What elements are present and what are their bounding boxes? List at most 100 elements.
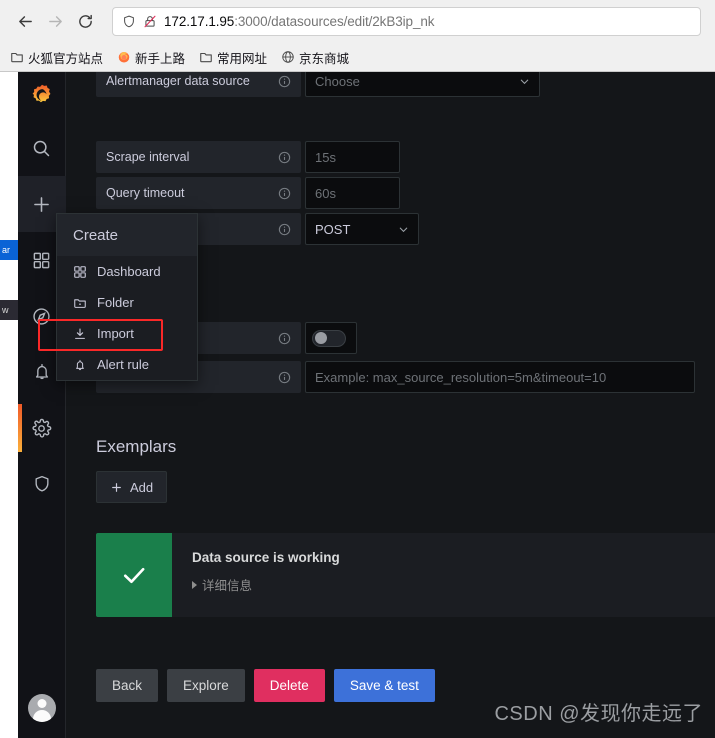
status-icon-container bbox=[96, 533, 172, 617]
info-icon[interactable] bbox=[278, 151, 291, 164]
input-custom-query-parameters[interactable]: Example: max_source_resolution=5m&timeou… bbox=[305, 361, 695, 393]
plus-icon bbox=[112, 482, 121, 492]
create-dropdown-menu: Create Dashboard Folder Import Alert rul… bbox=[56, 213, 198, 381]
browser-sidebar-item[interactable]: w bbox=[0, 300, 18, 320]
bookmarks-bar: 火狐官方站点 新手上路 常用网址 京东商城 bbox=[0, 43, 715, 71]
sidebar-item-configuration[interactable] bbox=[17, 400, 66, 456]
forward-button[interactable] bbox=[40, 7, 70, 37]
switch-knob bbox=[315, 332, 327, 344]
field-label-alertmanager: Alertmanager data source bbox=[96, 72, 301, 97]
info-icon[interactable] bbox=[278, 371, 291, 384]
info-icon[interactable] bbox=[278, 332, 291, 345]
shield-icon bbox=[35, 476, 48, 492]
insecure-connection-icon[interactable] bbox=[143, 14, 157, 29]
back-arrow-icon bbox=[18, 16, 32, 27]
sidebar-item-user-profile[interactable] bbox=[18, 678, 66, 738]
input-placeholder: Example: max_source_resolution=5m&timeou… bbox=[315, 369, 607, 385]
label-text: Alertmanager data source bbox=[106, 74, 250, 88]
bookmark-item[interactable]: 京东商城 bbox=[281, 48, 349, 67]
exemplars-title: Exemplars bbox=[96, 437, 177, 456]
bookmark-item[interactable]: 火狐官方站点 bbox=[10, 48, 103, 67]
tracking-protection-shield-icon[interactable] bbox=[122, 14, 136, 29]
bookmark-label: 新手上路 bbox=[135, 51, 186, 66]
forward-arrow-icon bbox=[48, 16, 62, 27]
user-avatar-icon bbox=[27, 694, 56, 722]
menu-item-alert-rule[interactable]: Alert rule bbox=[57, 349, 197, 380]
firefox-icon bbox=[118, 52, 130, 63]
add-exemplar-label: Add bbox=[130, 479, 154, 495]
folder-icon bbox=[11, 52, 23, 63]
bell-icon bbox=[76, 359, 84, 370]
url-text: 172.17.1.95:3000/datasources/edit/2kB3ip… bbox=[164, 14, 435, 29]
back-button[interactable]: Back bbox=[96, 669, 159, 702]
datasource-status-alert: Data source is working 详细信息 bbox=[96, 533, 715, 617]
dashboards-grid-icon bbox=[33, 252, 50, 268]
browser-chrome: 172.17.1.95:3000/datasources/edit/2kB3ip… bbox=[0, 0, 715, 72]
url-bar[interactable]: 172.17.1.95:3000/datasources/edit/2kB3ip… bbox=[112, 7, 701, 36]
info-icon[interactable] bbox=[278, 223, 291, 236]
menu-item-label: Dashboard bbox=[97, 264, 161, 279]
bookmark-item[interactable]: 常用网址 bbox=[199, 48, 267, 67]
screen-root: ar w Alertmanager data source Choose Scr… bbox=[0, 0, 715, 738]
plus-icon bbox=[34, 196, 49, 212]
save-and-test-button[interactable]: Save & test bbox=[333, 669, 435, 702]
select-alertmanager-data-source[interactable]: Choose bbox=[305, 72, 540, 97]
triangle-right-icon bbox=[192, 580, 197, 589]
label-text: Query timeout bbox=[106, 186, 185, 200]
menu-item-label: Folder bbox=[97, 295, 134, 310]
field-query-timeout: Query timeout 60s bbox=[96, 177, 715, 209]
select-http-method[interactable]: POST bbox=[305, 213, 419, 245]
add-exemplar-button[interactable]: Add bbox=[96, 471, 168, 503]
chevron-down-icon bbox=[399, 227, 408, 232]
bookmark-label: 常用网址 bbox=[217, 51, 268, 66]
bell-icon bbox=[35, 364, 48, 380]
datasource-settings-page: Alertmanager data source Choose Scrape i… bbox=[66, 72, 715, 738]
info-icon[interactable] bbox=[278, 75, 291, 88]
menu-item-label: Alert rule bbox=[97, 357, 150, 372]
search-icon bbox=[33, 140, 50, 156]
label-text: Scrape interval bbox=[106, 150, 190, 164]
sidebar-item-search[interactable] bbox=[18, 120, 66, 176]
input-query-timeout[interactable]: 60s bbox=[305, 177, 400, 209]
reload-icon bbox=[78, 14, 92, 28]
folder-icon bbox=[200, 52, 212, 63]
status-details-toggle[interactable]: 详细信息 bbox=[192, 575, 715, 594]
select-value: POST bbox=[315, 221, 351, 237]
input-scrape-interval[interactable]: 15s bbox=[305, 141, 400, 173]
gear-icon bbox=[32, 418, 52, 438]
check-mark-icon bbox=[123, 567, 145, 584]
explore-button[interactable]: Explore bbox=[167, 669, 245, 702]
input-value: 15s bbox=[315, 149, 336, 165]
chevron-down-icon bbox=[520, 79, 529, 84]
grafana-app: Alertmanager data source Choose Scrape i… bbox=[17, 72, 715, 738]
dashboard-icon bbox=[74, 265, 86, 278]
status-message: Data source is working bbox=[192, 550, 340, 565]
menu-item-dashboard[interactable]: Dashboard bbox=[57, 256, 197, 287]
info-icon[interactable] bbox=[278, 187, 291, 200]
delete-button[interactable]: Delete bbox=[253, 669, 325, 702]
globe-icon bbox=[282, 51, 294, 63]
grafana-logo-icon[interactable] bbox=[18, 72, 66, 120]
field-label-scrape-interval: Scrape interval bbox=[96, 141, 301, 173]
bookmark-item[interactable]: 新手上路 bbox=[117, 48, 185, 67]
back-button[interactable] bbox=[10, 7, 40, 37]
toggle-disable-metrics-lookup[interactable] bbox=[305, 322, 357, 354]
url-host: 172.17.1.95 bbox=[164, 14, 235, 29]
csdn-watermark: CSDN @发现你走远了 bbox=[494, 703, 703, 725]
sidebar-item-server-admin[interactable] bbox=[18, 456, 66, 512]
grafana-sidebar bbox=[17, 72, 66, 738]
import-download-icon bbox=[75, 327, 85, 339]
field-scrape-interval: Scrape interval 15s bbox=[96, 141, 715, 173]
browser-sidebar-item-selected[interactable]: ar bbox=[0, 240, 18, 260]
folder-icon bbox=[74, 298, 86, 308]
reload-button[interactable] bbox=[70, 7, 100, 37]
bookmark-label: 火狐官方站点 bbox=[28, 51, 104, 66]
menu-item-import[interactable]: Import bbox=[57, 318, 197, 349]
create-menu-title: Create bbox=[57, 214, 197, 256]
switch-track bbox=[312, 329, 346, 347]
select-value: Choose bbox=[315, 73, 360, 89]
url-path: :3000/datasources/edit/2kB3ip_nk bbox=[234, 14, 435, 29]
menu-item-folder[interactable]: Folder bbox=[57, 287, 197, 318]
bookmark-label: 京东商城 bbox=[299, 51, 350, 66]
exemplars-section: Exemplars Add bbox=[96, 437, 715, 503]
